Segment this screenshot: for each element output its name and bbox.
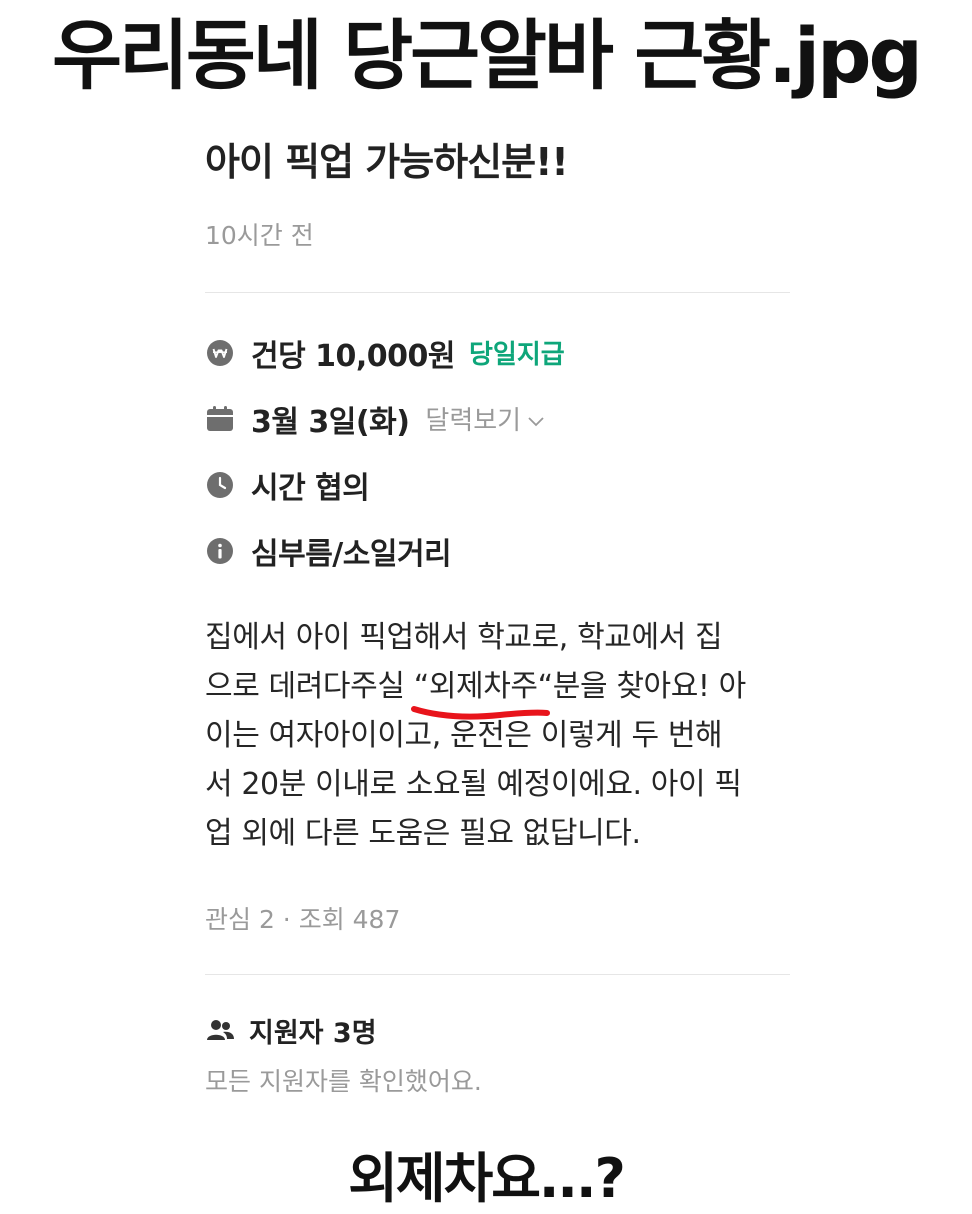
post-time: 10시간 전	[205, 220, 314, 250]
date-value: 3월 3일(화)	[251, 404, 410, 440]
applicants-title: 지원자 3명	[249, 1017, 377, 1049]
meme-caption: 외제차요...?	[348, 1147, 626, 1210]
pay-badge: 당일지급	[469, 340, 565, 371]
category-row: 심부름/소일거리	[205, 529, 790, 573]
chevron-down-icon	[527, 404, 545, 434]
job-post-card: 아이 픽업 가능하신분!! 10시간 전 건당 10,000원 당일지급 3월 …	[205, 140, 790, 1098]
time-value: 시간 협의	[251, 470, 370, 506]
highlight-text: “외제차주	[413, 668, 538, 704]
post-stats: 관심 2 · 조회 487	[205, 904, 401, 934]
divider	[205, 973, 790, 975]
job-info-list: 건당 10,000원 당일지급 3월 3일(화) 달력보기 시간 협의 심부름/…	[205, 331, 790, 573]
time-row: 시간 협의	[205, 463, 790, 507]
pay-row: 건당 10,000원 당일지급	[205, 331, 790, 375]
category-value: 심부름/소일거리	[251, 536, 452, 572]
post-title: 아이 픽업 가능하신분!!	[205, 140, 569, 184]
calendar-view-label: 달력보기	[425, 406, 522, 437]
info-icon	[205, 536, 235, 566]
divider	[205, 291, 790, 293]
highlighted-phrase: “외제차주	[410, 662, 550, 720]
pay-amount: 건당 10,000원	[251, 338, 456, 374]
calendar-view-link[interactable]: 달력보기	[425, 400, 545, 437]
date-row: 3월 3일(화) 달력보기	[205, 397, 790, 441]
calendar-icon	[205, 404, 235, 434]
people-icon	[205, 1015, 235, 1045]
applicants-subtitle: 모든 지원자를 확인했어요.	[205, 1066, 482, 1096]
clock-icon	[205, 470, 235, 500]
won-icon	[205, 338, 235, 368]
meme-title: 우리동네 당근알바 근황.jpg	[52, 11, 923, 100]
post-description: 집에서 아이 픽업해서 학교로, 학교에서 집 으로 데려다주실 “외제차주 “분…	[205, 613, 790, 858]
applicants-header[interactable]: 지원자 3명	[205, 1011, 790, 1050]
